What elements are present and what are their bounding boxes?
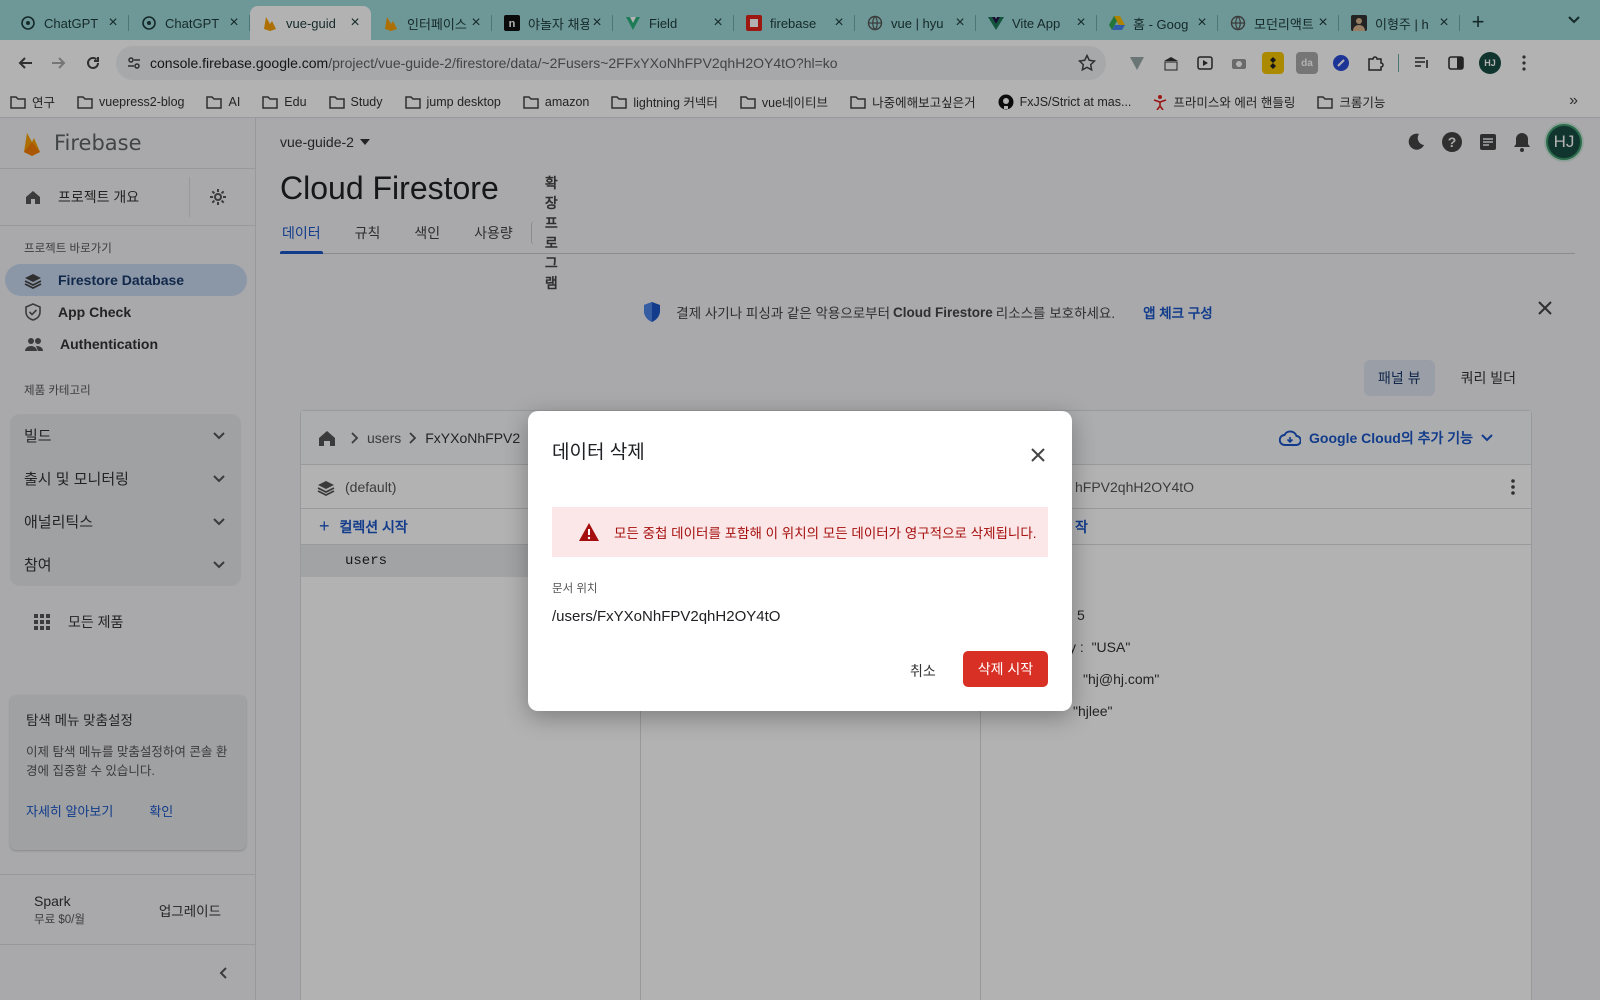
start-delete-button[interactable]: 삭제 시작: [963, 651, 1048, 687]
delete-data-dialog: 데이터 삭제 모든 중첩 데이터를 포함해 이 위치의 모든 데이터가 영구적으…: [528, 411, 1072, 711]
close-dialog-icon[interactable]: [1024, 441, 1052, 469]
warning-triangle-icon: [579, 523, 599, 541]
warning-text: 모든 중첩 데이터를 포함해 이 위치의 모든 데이터가 영구적으로 삭제됩니다…: [614, 526, 1037, 541]
document-location-path: /users/FxYXoNhFPV2qhH2OY4tO: [552, 608, 781, 625]
cancel-button[interactable]: 취소: [898, 653, 948, 689]
warning-message-box: 모든 중첩 데이터를 포함해 이 위치의 모든 데이터가 영구적으로 삭제됩니다…: [552, 507, 1048, 557]
dialog-title: 데이터 삭제: [552, 442, 645, 463]
document-location-label: 문서 위치: [552, 583, 598, 595]
